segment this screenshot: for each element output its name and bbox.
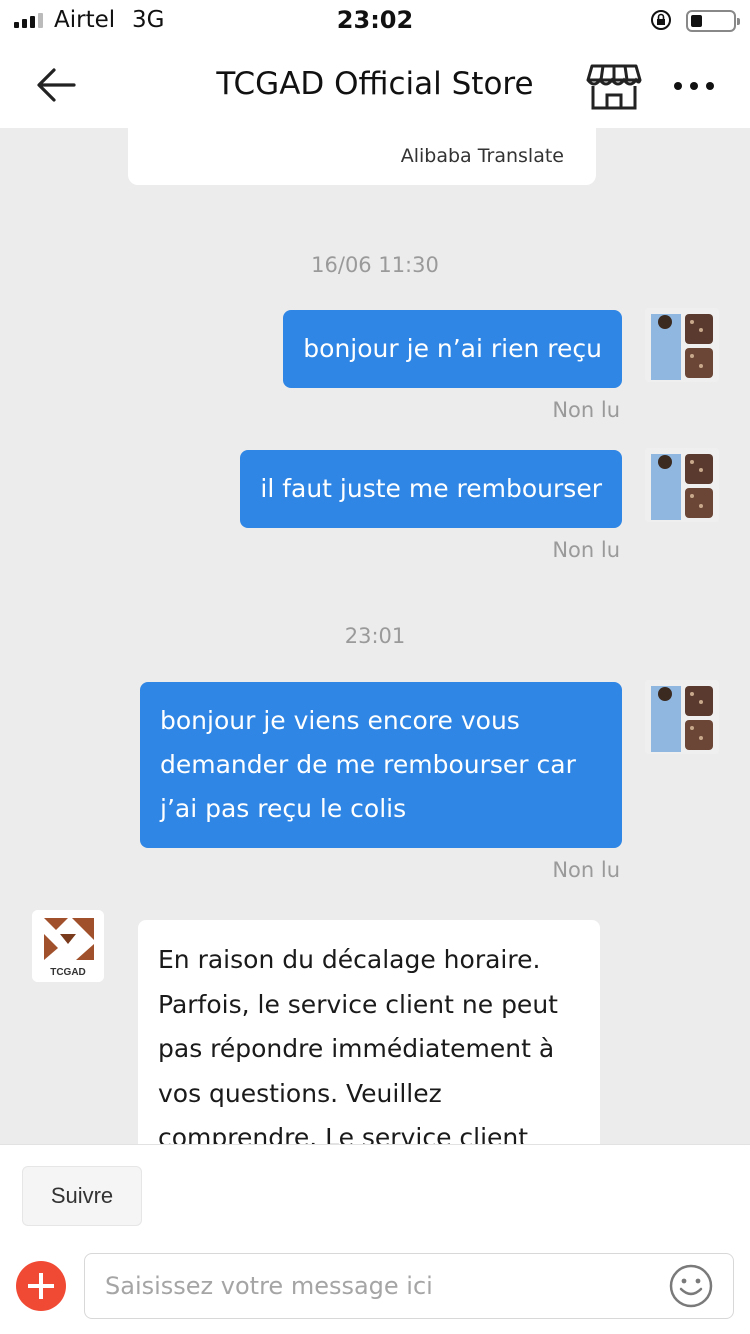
user-avatar[interactable] xyxy=(645,448,719,522)
chat-timestamp: 16/06 11:30 xyxy=(311,253,439,277)
translate-label: Alibaba Translate xyxy=(400,145,564,167)
status-bar: Airtel 3G 23:02 xyxy=(0,0,750,42)
store-logo-text: TCGAD xyxy=(50,967,86,978)
store-icon[interactable] xyxy=(586,62,642,112)
incoming-message[interactable]: En raison du décalage horaire. Parfois, … xyxy=(138,920,600,1144)
status-time: 23:02 xyxy=(336,6,414,34)
store-logo: TCGAD xyxy=(32,910,104,982)
user-avatar-image xyxy=(645,308,719,382)
user-avatar-image xyxy=(645,448,719,522)
outgoing-message[interactable]: bonjour je n’ai rien reçu xyxy=(283,310,622,388)
read-status: Non lu xyxy=(552,858,620,882)
translated-message-card: Alibaba Translate xyxy=(128,128,596,185)
chat-area[interactable]: Alibaba Translate 16/06 11:30 bonjour je… xyxy=(0,128,750,1144)
nav-bar: TCGAD Official Store xyxy=(0,42,750,128)
battery-icon xyxy=(686,10,740,32)
user-avatar[interactable] xyxy=(645,680,719,754)
follow-button[interactable]: Suivre xyxy=(22,1166,142,1226)
store-avatar[interactable]: TCGAD xyxy=(32,910,104,982)
emoji-icon[interactable] xyxy=(668,1263,714,1309)
lock-rotation-icon xyxy=(651,10,671,30)
outgoing-message[interactable]: bonjour je viens encore vous demander de… xyxy=(140,682,622,848)
read-status: Non lu xyxy=(552,398,620,422)
add-icon[interactable] xyxy=(16,1261,66,1311)
chat-timestamp: 23:01 xyxy=(344,624,406,648)
user-avatar[interactable] xyxy=(645,308,719,382)
more-icon[interactable] xyxy=(674,78,714,94)
message-input[interactable] xyxy=(84,1253,734,1319)
outgoing-message[interactable]: il faut juste me rembourser xyxy=(240,450,622,528)
message-composer: Suivre xyxy=(0,1144,750,1334)
read-status: Non lu xyxy=(552,538,620,562)
user-avatar-image xyxy=(645,680,719,754)
